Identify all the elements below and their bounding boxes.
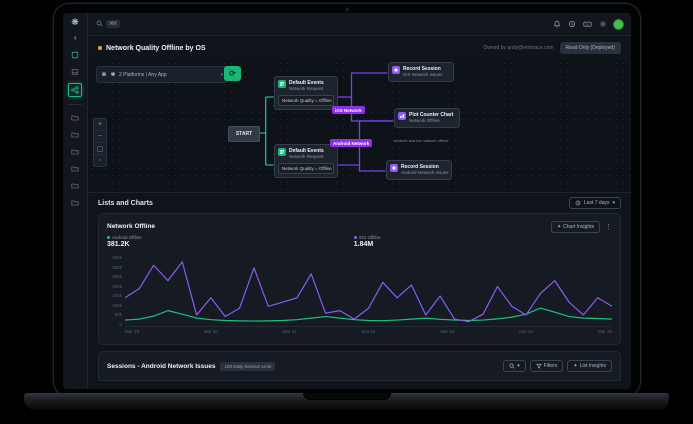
x-axis-labels: Mar 19Mar 20Mar 21Mar 22Mar 23Mar 24Mar … (125, 327, 612, 334)
chart-icon (398, 112, 406, 120)
owned-by-text: Owned by andy@embrace.com (483, 45, 553, 51)
session-limit-badge: 100 Daily Session Limit (220, 362, 275, 371)
list-insights-button[interactable]: ✦ List Insights (567, 360, 612, 372)
lock-button[interactable]: ◦ (94, 155, 106, 166)
search-icon (96, 20, 103, 29)
chevron-down-icon: ▾ (220, 72, 223, 78)
app-window: ❋ (63, 13, 631, 389)
sidebar-divider (68, 104, 82, 105)
legend-dot-android (107, 236, 110, 239)
page-title: Network Quality Offline by OS (106, 45, 206, 52)
section-title: Lists and Charts (98, 200, 153, 207)
node-subtitle: iOS Network Issues (403, 72, 443, 78)
sessions-title: Sessions - Android Network Issues (107, 363, 215, 370)
sparkle-icon: ✦ (573, 363, 577, 369)
node-default-events-bottom[interactable]: Default Events Network Request Network Q… (274, 144, 338, 178)
chevron-down-icon: ▾ (612, 200, 615, 206)
start-node[interactable]: START (228, 126, 260, 142)
global-search-input[interactable]: ⌘K (96, 20, 120, 29)
laptop-mockup: ❋ (0, 0, 693, 424)
user-avatar[interactable] (614, 20, 623, 29)
folder-icon[interactable] (69, 163, 81, 175)
sidebar: ❋ (63, 13, 88, 389)
date-range-dropdown[interactable]: Last 7 days ▾ (569, 197, 621, 209)
legend-dot-ios (354, 236, 357, 239)
event-icon (278, 148, 286, 156)
notifications-bell-icon[interactable] (553, 20, 561, 28)
record-session-icon (392, 66, 400, 74)
topbar: ⌘K (88, 13, 631, 36)
chart-title: Network Offline (107, 223, 155, 230)
node-subtitle: Network Request (289, 86, 324, 92)
list-search-dropdown[interactable]: ▾ (503, 360, 526, 372)
node-default-events-top[interactable]: Default Events Network Request Network Q… (274, 76, 338, 110)
node-condition-chip: Network Quality = Offline (278, 163, 334, 174)
folder-icon[interactable] (69, 129, 81, 141)
filter-icon (536, 363, 542, 369)
chevron-down-icon: ▾ (517, 363, 520, 369)
app-logo-icon[interactable]: ❋ (71, 17, 79, 27)
record-session-icon (390, 164, 398, 172)
node-note: android and ios network offline (394, 138, 448, 143)
chart-insights-button[interactable]: ✦ Chart Insights (551, 221, 600, 233)
network-offline-chart-card: Network Offline ✦ Chart Insights ⋮ (98, 213, 621, 345)
fit-view-button[interactable]: ▢ (94, 143, 106, 155)
chart-menu-kebab-icon[interactable]: ⋮ (605, 223, 612, 231)
event-icon (278, 80, 286, 88)
page-header: Network Quality Offline by OS Owned by a… (88, 36, 631, 60)
y-axis-labels: 350k300k250k200k150k100k50k0 (107, 255, 125, 327)
node-subtitle: Network Request (289, 154, 324, 160)
apple-icon (110, 71, 116, 79)
clock-icon (575, 200, 581, 206)
node-record-session-ios[interactable]: Record Session iOS Network Issues (388, 62, 454, 82)
folder-icon[interactable] (69, 197, 81, 209)
history-clock-icon[interactable] (568, 20, 576, 28)
lists-charts-header: Lists and Charts Last 7 days ▾ (88, 193, 631, 213)
lightning-icon[interactable] (69, 32, 81, 44)
folder-icon[interactable] (69, 112, 81, 124)
line-chart-plot[interactable] (125, 255, 612, 327)
inbox-icon[interactable] (69, 66, 81, 78)
refresh-button[interactable]: ⟳ (224, 66, 241, 81)
search-icon (509, 363, 515, 369)
edge-label-ios-network: iOS Network (332, 106, 365, 114)
settings-gear-icon[interactable] (599, 20, 607, 28)
main-area: ⌘K (88, 13, 631, 389)
edge-label-android-network: Android Network (330, 139, 372, 147)
android-icon (101, 71, 107, 79)
node-subtitle: Android Network Issues (401, 170, 449, 176)
flow-canvas[interactable]: 2 Platforms | Any App ▾ ⟳ + − ▢ ◦ START (88, 60, 631, 193)
filters-button[interactable]: Filters (530, 360, 564, 372)
readonly-deployed-button[interactable]: Read Only (Deployed) (560, 42, 621, 54)
node-condition-chip: Network Quality = Offline (278, 95, 334, 106)
search-shortcut: ⌘K (106, 20, 120, 28)
laptop-base (24, 393, 669, 410)
sidebar-item-flows-active[interactable] (68, 83, 82, 97)
folder-icon[interactable] (69, 180, 81, 192)
folder-icon[interactable] (69, 146, 81, 158)
platform-filter-label: 2 Platforms | Any App (119, 72, 167, 78)
zoom-in-button[interactable]: + (94, 119, 106, 131)
keyboard-icon[interactable] (583, 20, 592, 28)
platform-filter-dropdown[interactable]: 2 Platforms | Any App ▾ (96, 66, 228, 83)
webcam-dot (346, 8, 349, 11)
status-dot (98, 46, 102, 50)
sparkle-icon: ✦ (557, 224, 561, 230)
node-subtitle: Network Offline (409, 118, 453, 124)
date-range-label: Last 7 days (584, 200, 610, 206)
apps-icon[interactable] (69, 49, 81, 61)
laptop-notch (303, 393, 391, 400)
canvas-zoom-controls: + − ▢ ◦ (93, 118, 107, 167)
node-record-session-android[interactable]: Record Session Android Network Issues (386, 160, 452, 180)
legend-android[interactable]: Android Offline 381.2K (107, 235, 142, 248)
legend-value-android: 381.2K (107, 241, 142, 248)
topbar-actions (553, 20, 623, 29)
legend-value-ios: 1.84M (354, 241, 381, 248)
node-plot-counter-chart[interactable]: Plot Counter Chart Network Offline (394, 108, 460, 128)
chart-legend: Android Offline 381.2K iOS Offline 1.84M (107, 235, 612, 255)
legend-ios[interactable]: iOS Offline 1.84M (354, 235, 381, 248)
sessions-list-card: Sessions - Android Network Issues 100 Da… (98, 351, 621, 381)
zoom-out-button[interactable]: − (94, 131, 106, 143)
laptop-screen: ❋ (53, 3, 641, 397)
